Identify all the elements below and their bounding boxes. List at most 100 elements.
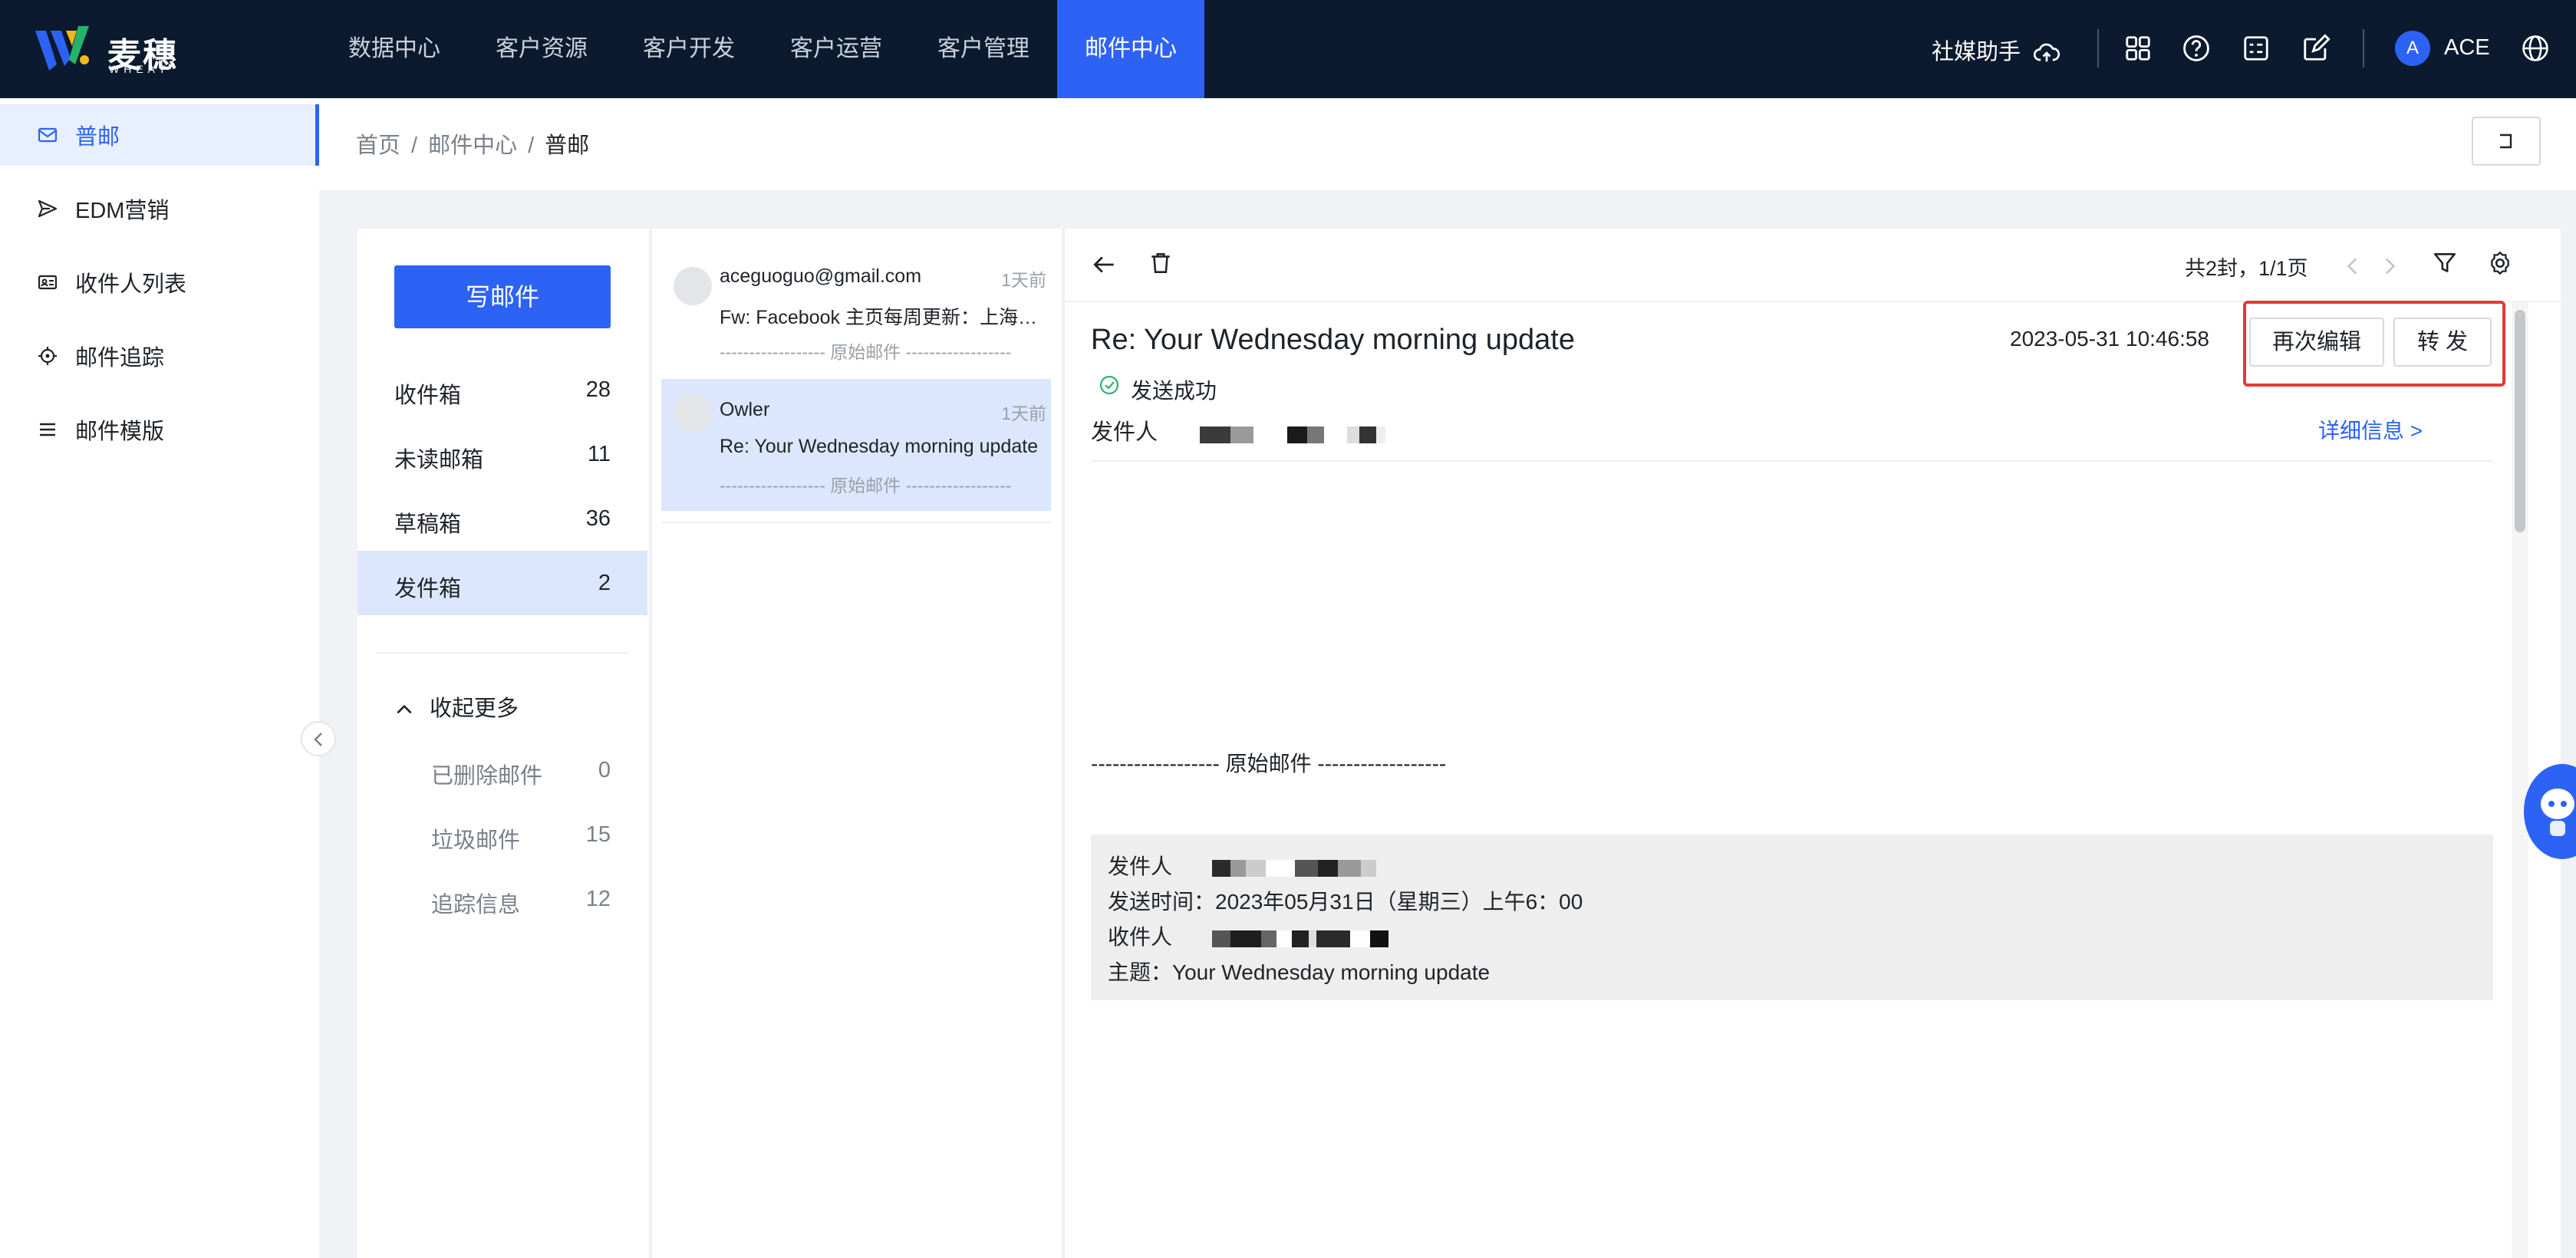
- folder-deleted[interactable]: 已删除邮件 0: [357, 738, 647, 802]
- settings-gear-icon[interactable]: [2487, 250, 2513, 276]
- folder-unread[interactable]: 未读邮箱 11: [357, 422, 647, 486]
- folder-count: 28: [585, 377, 611, 402]
- breadcrumb-current: 普邮: [545, 133, 590, 158]
- mail-preview: ------------------ 原始邮件 ----------------…: [720, 342, 1012, 362]
- nav-item-customer-resources[interactable]: 客户资源: [468, 0, 615, 98]
- detail-scrollbar[interactable]: [2512, 302, 2528, 1258]
- contact-card-icon: [38, 275, 58, 290]
- scrollbar-thumb[interactable]: [2515, 310, 2525, 532]
- breadcrumb-separator: /: [528, 133, 535, 158]
- sidebar-item-mail-templates[interactable]: 邮件模版: [0, 399, 319, 460]
- trash-icon[interactable]: [1148, 250, 1174, 276]
- pagination-info: 共2封，1/1页: [2185, 257, 2308, 280]
- folder-name: 追踪信息: [431, 893, 521, 917]
- details-link[interactable]: 详细信息 >: [2318, 414, 2423, 445]
- chevron-right-icon[interactable]: [2377, 253, 2403, 279]
- nav-item-customer-operations[interactable]: 客户运营: [763, 0, 910, 98]
- sidebar-item-label: 收件人列表: [75, 272, 187, 297]
- folder-count: 2: [598, 571, 611, 595]
- folder-name: 草稿箱: [394, 512, 462, 537]
- chevron-left-icon: [314, 733, 322, 746]
- chevron-up-icon: [397, 705, 412, 714]
- list-icon: [40, 423, 55, 436]
- original-from-label: 发件人: [1108, 855, 1173, 878]
- folder-drafts[interactable]: 草稿箱 36: [357, 486, 647, 551]
- sidebar-item-recipient-list[interactable]: 收件人列表: [0, 252, 319, 313]
- nav-item-data-center[interactable]: 数据中心: [321, 0, 468, 98]
- compose-button[interactable]: 写邮件: [394, 265, 611, 328]
- breadcrumb: 首页 / 邮件中心 / 普邮: [356, 127, 589, 160]
- target-icon: [38, 347, 57, 365]
- collapse-more-label: 收起更多: [430, 697, 519, 721]
- nav-item-mail-center[interactable]: 邮件中心: [1057, 0, 1204, 98]
- folder-tracking-info[interactable]: 追踪信息 12: [357, 867, 647, 931]
- nav-item-customer-development[interactable]: 客户开发: [615, 0, 763, 98]
- folder-count: 15: [585, 822, 611, 847]
- folder-name: 已删除邮件: [431, 764, 543, 789]
- help-icon[interactable]: [2182, 34, 2211, 63]
- exit-fullscreen-button[interactable]: [2472, 117, 2541, 166]
- main-nav: 数据中心 客户资源 客户开发 客户运营 客户管理 邮件中心: [321, 0, 1204, 98]
- sender-label: 发件人: [1091, 420, 1158, 445]
- globe-language-icon[interactable]: [2521, 34, 2550, 63]
- folder-panel: 写邮件 收件箱 28 未读邮箱 11 草稿箱 36 发件箱 2 收起更多 已删除…: [357, 229, 649, 1258]
- list-divider: [661, 522, 1051, 523]
- sidebar-collapse-handle[interactable]: [301, 721, 336, 756]
- collapse-more-toggle[interactable]: 收起更多: [394, 690, 519, 723]
- user-avatar[interactable]: A: [2395, 31, 2430, 66]
- original-sent-time: 发送时间：2023年05月31日（星期三）上午6：00: [1108, 890, 1583, 914]
- nav-item-customer-management[interactable]: 客户管理: [910, 0, 1057, 98]
- folder-inbox[interactable]: 收件箱 28: [357, 357, 647, 422]
- detail-toolbar: 共2封，1/1页: [1065, 229, 2562, 302]
- left-sidebar: 普邮 EDM营销 收件人列表 邮件追踪 邮件模版: [0, 98, 319, 1258]
- list-item[interactable]: aceguoguo@gmail.com 1天前 Fw: Facebook 主页每…: [661, 252, 1051, 384]
- mail-time: 1天前: [1001, 270, 1046, 290]
- mail-detail-panel: 共2封，1/1页 Re: Your Wednesday morning upda…: [1063, 229, 2562, 1258]
- sidebar-item-mail-tracking[interactable]: 邮件追踪: [0, 325, 319, 387]
- edit-note-icon[interactable]: [2301, 34, 2331, 63]
- list-item[interactable]: Owler 1天前 Re: Your Wednesday morning upd…: [661, 379, 1051, 511]
- sidebar-item-regular-mail[interactable]: 普邮: [0, 104, 319, 166]
- mail-subject-title: Re: Your Wednesday morning update: [1091, 324, 1575, 356]
- folder-count: 0: [598, 758, 611, 782]
- folder-spam[interactable]: 垃圾邮件 15: [357, 802, 647, 867]
- sender-avatar-icon: [674, 394, 712, 433]
- filter-icon[interactable]: [2432, 250, 2458, 276]
- apps-grid-icon[interactable]: [2123, 34, 2153, 63]
- breadcrumb-separator: /: [411, 133, 418, 158]
- sidebar-item-label: 普邮: [75, 125, 120, 150]
- breadcrumb-section[interactable]: 邮件中心: [428, 133, 517, 158]
- mail-list: aceguoguo@gmail.com 1天前 Fw: Facebook 主页每…: [651, 229, 1062, 1258]
- breadcrumb-home[interactable]: 首页: [356, 133, 400, 158]
- task-list-icon[interactable]: [2242, 34, 2271, 63]
- folder-count: 11: [587, 442, 611, 466]
- top-navigation-bar: 麦穗 WHEAT 数据中心 客户资源 客户开发 客户运营 客户管理 邮件中心 社…: [0, 0, 2576, 98]
- social-assistant-button[interactable]: 社媒助手: [1932, 34, 2060, 67]
- mail-subject: Re: Your Wednesday morning update: [720, 436, 1039, 457]
- mail-icon: [38, 127, 58, 143]
- folder-sent[interactable]: 发件箱 2: [357, 551, 647, 615]
- mail-datetime: 2023-05-31 10:46:58: [2010, 327, 2209, 351]
- highlight-box: [2243, 301, 2505, 387]
- mail-sender: Owler: [720, 399, 770, 420]
- sidebar-item-label: 邮件追踪: [75, 346, 165, 370]
- folder-name: 收件箱: [394, 384, 462, 408]
- send-icon: [38, 199, 58, 218]
- original-from: 发件人: [1108, 850, 1376, 881]
- social-assistant-label: 社媒助手: [1932, 40, 2021, 64]
- exit-icon: [2500, 133, 2512, 149]
- sidebar-item-edm-marketing[interactable]: EDM营销: [0, 178, 319, 239]
- original-mail-quote: 发件人 发送时间：2023年05月31日（星期三）上午6：00 收件人 主题：Y…: [1091, 835, 2493, 1000]
- check-circle-icon: [1099, 375, 1119, 395]
- user-name[interactable]: ACE: [2444, 35, 2490, 61]
- mail-subject: Fw: Facebook 主页每周更新：上海二...: [720, 307, 1042, 328]
- mail-time: 1天前: [1001, 403, 1046, 423]
- original-mail-separator: ------------------ 原始邮件 ----------------…: [1091, 752, 1447, 776]
- send-status: 发送成功: [1131, 379, 1217, 403]
- arrow-left-icon[interactable]: [1091, 252, 1117, 278]
- folder-count: 12: [585, 887, 611, 911]
- sender-redacted: [1200, 426, 1385, 443]
- breadcrumb-bar: 首页 / 邮件中心 / 普邮: [319, 98, 2576, 190]
- chevron-left-icon[interactable]: [2340, 253, 2366, 279]
- folder-name: 未读邮箱: [394, 448, 484, 473]
